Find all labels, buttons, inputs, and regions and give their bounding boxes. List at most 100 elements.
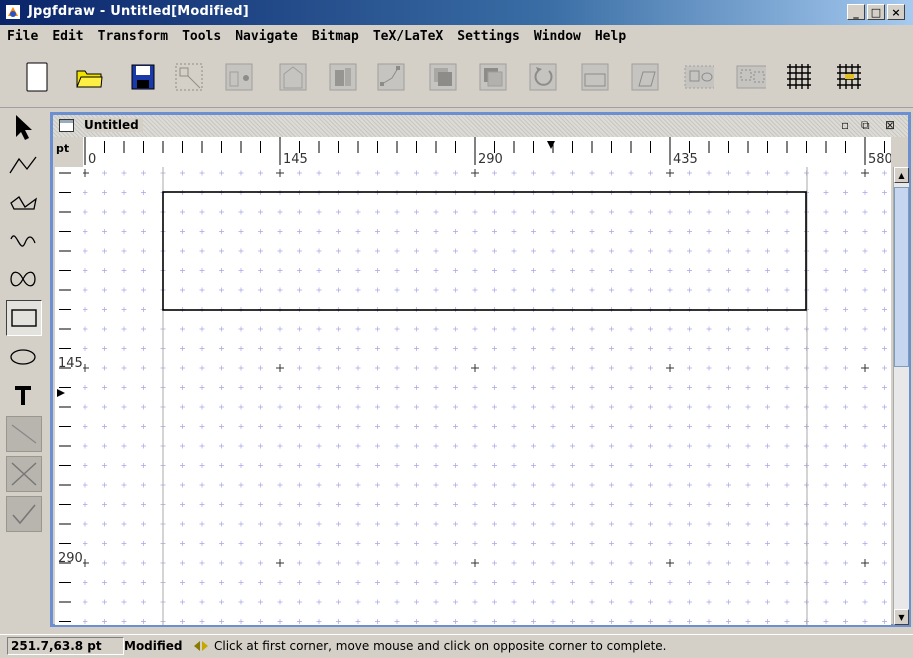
- menu-settings[interactable]: Settings: [450, 29, 527, 44]
- gap-tool[interactable]: [6, 416, 42, 452]
- document-title-bar: Untitled ▫ ⧉ ⊠: [53, 115, 908, 137]
- grid-point: [765, 599, 770, 605]
- menu-tex-latex[interactable]: TeX/LaTeX: [366, 29, 450, 44]
- grid-point: [121, 268, 127, 273]
- minimize-button[interactable]: _: [847, 4, 865, 20]
- rotate-button[interactable]: [528, 61, 558, 93]
- select-tool[interactable]: [6, 110, 40, 144]
- grid-point: [784, 541, 790, 546]
- grid-point: [472, 326, 478, 332]
- grid-point: [687, 502, 692, 507]
- scroll-up-button[interactable]: ▲: [894, 167, 909, 183]
- maximize-icon[interactable]: ⧉: [861, 118, 870, 133]
- edit-path-button[interactable]: [328, 61, 358, 93]
- drawing-canvas[interactable]: [83, 167, 891, 625]
- grid-point: [882, 560, 887, 566]
- grid-point: [433, 209, 439, 215]
- grid-point: [219, 268, 224, 273]
- open-curve-tool[interactable]: [6, 224, 40, 258]
- menu-transform[interactable]: Transform: [91, 29, 175, 44]
- grid-point: [706, 287, 712, 293]
- grid-point: [336, 209, 341, 215]
- grid-point: [355, 170, 361, 176]
- lock-grid-button[interactable]: [834, 61, 864, 93]
- closed-curve-tool[interactable]: [6, 262, 40, 296]
- menu-navigate[interactable]: Navigate: [228, 29, 305, 44]
- grid-point: [277, 385, 283, 390]
- move-to-back-button[interactable]: [478, 61, 508, 93]
- grid-point: [531, 170, 536, 176]
- grid-point: [375, 326, 380, 332]
- path-button[interactable]: [376, 61, 406, 93]
- grid-point: [219, 463, 224, 468]
- grid-point: [706, 268, 712, 273]
- scale-button[interactable]: [580, 61, 610, 93]
- grid-point: [687, 443, 692, 449]
- app-icon: [6, 5, 20, 19]
- grid-point: [628, 287, 634, 293]
- scroll-down-button[interactable]: ▼: [894, 609, 909, 625]
- grid-point: [550, 268, 556, 273]
- grid-point: [180, 404, 185, 410]
- grid-point: [843, 619, 848, 624]
- grid-point: [258, 209, 263, 215]
- grid-point: [589, 560, 595, 566]
- close-icon[interactable]: ⊠: [885, 118, 895, 132]
- vertical-scrollbar[interactable]: ▲ ▼: [893, 167, 909, 625]
- text-tool[interactable]: [6, 378, 40, 412]
- finish-tool[interactable]: [6, 496, 42, 532]
- shear-button[interactable]: [630, 61, 660, 93]
- move-button[interactable]: [224, 61, 254, 93]
- grid-point: [336, 443, 341, 449]
- grid-point: [511, 268, 517, 273]
- grid-point: [297, 346, 302, 351]
- grid-point: [570, 580, 575, 585]
- menu-window[interactable]: Window: [527, 29, 588, 44]
- menu-bitmap[interactable]: Bitmap: [305, 29, 366, 44]
- menu-file[interactable]: File: [0, 29, 45, 44]
- select-all-button[interactable]: [174, 61, 204, 93]
- grid-point: [453, 248, 458, 254]
- group-button[interactable]: [684, 61, 714, 93]
- grid-point: [453, 385, 458, 390]
- move-to-front-button[interactable]: [428, 61, 458, 93]
- abandon-tool[interactable]: [6, 456, 42, 492]
- grid-point: [648, 268, 653, 273]
- closed-line-tool[interactable]: [6, 186, 40, 220]
- iconify-icon[interactable]: ▫: [841, 118, 849, 132]
- grid-point: [609, 287, 614, 293]
- grid-point: [687, 346, 692, 351]
- grid-point: [862, 404, 868, 410]
- grid-point: [180, 599, 185, 605]
- grid-point: [628, 502, 634, 507]
- grid-point: [238, 560, 244, 566]
- grid-point: [199, 599, 205, 605]
- grid-point: [355, 482, 361, 488]
- grid-point: [706, 541, 712, 546]
- grid-point: [297, 229, 302, 234]
- rectangle-tool[interactable]: [6, 300, 42, 336]
- grid-point: [628, 404, 634, 410]
- status-coordinates: 251.7,63.8 pt: [7, 637, 124, 655]
- menu-edit[interactable]: Edit: [45, 29, 90, 44]
- grid-point: [219, 443, 224, 449]
- ungroup-button[interactable]: [736, 61, 766, 93]
- grid-point: [83, 190, 88, 195]
- open-button[interactable]: [74, 61, 104, 93]
- close-button[interactable]: ×: [887, 4, 905, 20]
- grid-point: [511, 463, 517, 468]
- ellipse-tool[interactable]: [6, 340, 40, 374]
- grid-button[interactable]: [278, 61, 308, 93]
- grid-point: [823, 541, 829, 546]
- scroll-thumb[interactable]: [894, 187, 909, 367]
- open-line-tool[interactable]: [6, 148, 40, 182]
- menu-help[interactable]: Help: [588, 29, 633, 44]
- new-button[interactable]: [22, 61, 52, 93]
- maximize-button[interactable]: □: [867, 4, 885, 20]
- grid-point: [180, 287, 185, 293]
- grid-point: [843, 424, 848, 429]
- grid-point: [141, 482, 146, 488]
- menu-tools[interactable]: Tools: [175, 29, 228, 44]
- show-grid-button[interactable]: [784, 61, 814, 93]
- save-button[interactable]: [128, 61, 158, 93]
